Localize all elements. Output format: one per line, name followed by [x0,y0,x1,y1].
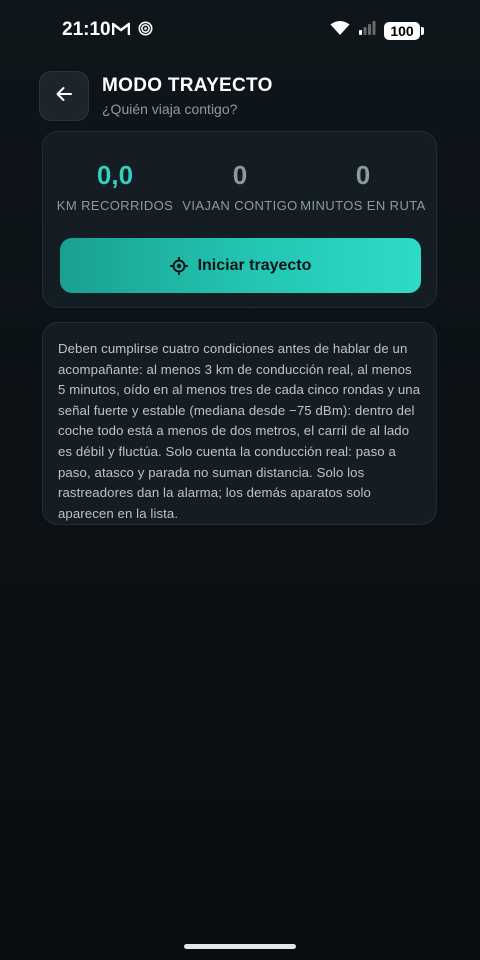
info-card: Deben cumplirse cuatro condiciones antes… [42,322,437,525]
page-subtitle: ¿Quién viaja contigo? [102,101,238,117]
back-button[interactable] [39,71,89,121]
cell-signal-icon [358,20,376,41]
start-trip-label: Iniciar trayecto [197,256,312,274]
stat-km-label: KM RECORRIDOS [56,198,174,213]
battery-indicator: 100 [384,21,424,40]
status-time: 21:10 [62,19,111,40]
status-right-icons: 100 [330,20,424,41]
start-trip-button[interactable]: Iniciar trayecto [60,238,421,293]
info-text: Deben cumplirse cuatro condiciones antes… [58,341,421,521]
stat-minutes-value: 0 [355,160,371,190]
stat-minutes-label: MINUTOS EN RUTA [300,198,426,213]
trip-stats-card: 0,0 KM RECORRIDOS 0 VIAJAN CONTIGO 0 MIN… [42,131,437,308]
status-bar: 21:10 100 [0,0,480,60]
target-notification-icon [138,21,153,41]
home-indicator[interactable] [184,944,296,949]
gmail-icon [111,22,131,41]
stat-companions-value: 0 [232,160,248,190]
stat-minutes: 0 MINUTOS EN RUTA [298,160,428,213]
arrow-left-icon [55,85,73,108]
wifi-icon [330,20,350,41]
status-left-icons [111,21,153,41]
stat-companions: 0 VIAJAN CONTIGO [175,160,305,213]
stat-companions-label: VIAJAN CONTIGO [182,198,298,213]
crosshair-icon [169,256,188,275]
stat-km-value: 0,0 [96,160,134,190]
stat-km: 0,0 KM RECORRIDOS [50,160,180,213]
page-title: MODO TRAYECTO [102,75,273,96]
